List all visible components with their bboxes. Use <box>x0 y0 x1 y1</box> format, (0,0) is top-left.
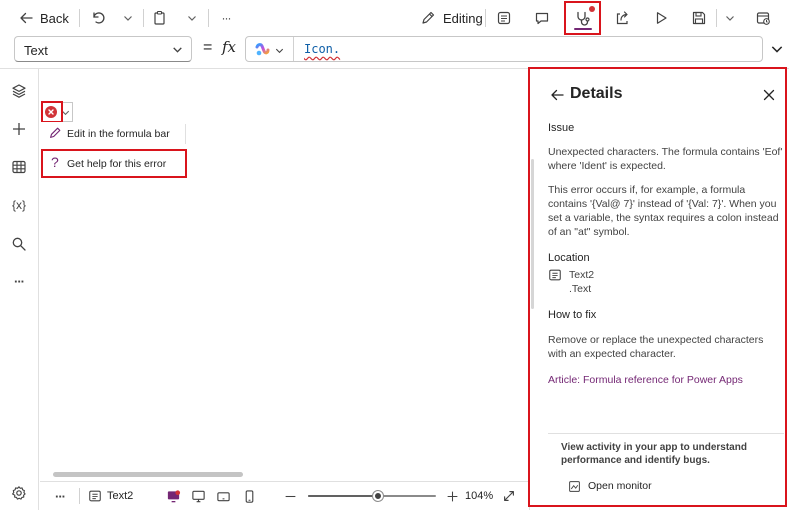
chevron-down-icon <box>724 12 736 24</box>
phone-view-button[interactable] <box>240 487 258 505</box>
search-icon <box>11 236 27 252</box>
paste-button[interactable] <box>150 8 170 28</box>
comment-icon <box>534 10 550 26</box>
more-commands-button[interactable]: ··· <box>215 8 237 28</box>
tablet-view-button[interactable] <box>214 487 232 505</box>
highlight-get-help <box>41 149 187 178</box>
divider <box>716 9 717 27</box>
fx-icon: fx <box>222 38 237 56</box>
editing-label: Editing <box>443 10 483 26</box>
zoom-in-button[interactable] <box>443 487 461 505</box>
minus-icon <box>284 490 297 503</box>
zoom-slider-thumb[interactable] <box>373 491 384 501</box>
chevron-down-icon <box>186 12 198 24</box>
plus-icon <box>11 121 27 137</box>
monitor-alert-icon <box>166 489 181 504</box>
left-rail: {x} ··· <box>0 69 39 510</box>
zoom-level: 104% <box>465 490 494 502</box>
table-icon <box>11 159 27 175</box>
tablet-icon <box>216 489 231 504</box>
divider <box>293 37 294 61</box>
plus-icon <box>446 490 459 503</box>
screen-selector[interactable]: Text2 <box>88 487 133 505</box>
command-bar: Back ··· Editing <box>0 0 789 36</box>
share-icon <box>614 10 630 26</box>
back-label: Back <box>40 10 69 26</box>
more-tools-button[interactable]: ··· <box>7 271 31 291</box>
text-control-icon <box>88 489 102 503</box>
divider <box>143 9 144 27</box>
save-options-button[interactable] <box>721 8 739 28</box>
formula-bar: Text = fx Icon. <box>0 36 789 66</box>
menu-item-edit-formula[interactable]: Edit in the formula bar <box>41 122 188 146</box>
notes-icon <box>496 10 512 26</box>
fit-to-window-button[interactable] <box>500 487 518 505</box>
play-icon <box>653 10 669 26</box>
menu-divider <box>185 124 186 144</box>
desktop-view-button[interactable] <box>189 487 207 505</box>
status-more-button[interactable]: ··· <box>50 487 70 505</box>
gear-icon <box>11 485 27 501</box>
highlight-error-indicator <box>41 101 63 123</box>
insert-button[interactable] <box>9 119 29 139</box>
share-button[interactable] <box>612 8 632 28</box>
chevron-down-icon <box>274 45 285 56</box>
zoom-out-button[interactable] <box>281 487 299 505</box>
divider <box>485 9 486 27</box>
settings-button[interactable] <box>9 483 29 503</box>
divider <box>79 9 80 27</box>
expand-diagonal-icon <box>502 489 516 503</box>
arrow-left-icon <box>18 10 34 26</box>
save-button[interactable] <box>689 8 709 28</box>
undo-options-button[interactable] <box>119 8 137 28</box>
clipboard-icon <box>152 10 168 26</box>
property-dropdown[interactable]: Text <box>14 36 192 62</box>
chevron-down-icon <box>171 43 184 56</box>
formula-text: Icon. <box>304 42 341 56</box>
save-icon <box>691 10 707 26</box>
highlight-app-checker <box>564 1 601 35</box>
formula-input[interactable]: Icon. <box>245 36 763 62</box>
back-button[interactable]: Back <box>18 8 69 28</box>
layers-icon <box>11 83 27 99</box>
paste-options-button[interactable] <box>183 8 201 28</box>
tree-view-button[interactable] <box>9 81 29 101</box>
equals-sign: = <box>203 39 213 56</box>
variables-button[interactable]: {x} <box>6 195 32 215</box>
expand-formula-button[interactable] <box>768 40 786 58</box>
preview-button[interactable] <box>651 8 671 28</box>
menu-item-label: Edit in the formula bar <box>67 128 170 140</box>
screen-name: Text2 <box>107 490 134 502</box>
canvas-area: Edit in the formula bar ? Get help for t… <box>40 69 528 481</box>
divider <box>208 9 209 27</box>
pencil-icon <box>420 10 436 26</box>
property-value: Text <box>24 43 48 58</box>
copilot-button[interactable] <box>254 42 285 58</box>
chevron-down-icon <box>122 12 134 24</box>
desktop-icon <box>191 489 206 504</box>
phone-icon <box>242 489 257 504</box>
app-checker-status-button[interactable] <box>164 487 182 505</box>
data-button[interactable] <box>9 157 29 177</box>
zoom-slider-fill <box>308 495 379 497</box>
search-button[interactable] <box>9 234 29 254</box>
horizontal-scrollbar[interactable] <box>53 472 243 477</box>
notes-button[interactable] <box>494 8 514 28</box>
status-bar: ··· Text2 104% <box>40 481 528 510</box>
divider <box>79 488 80 504</box>
copilot-icon <box>254 42 270 58</box>
pencil-icon <box>48 126 62 140</box>
undo-button[interactable] <box>88 8 108 28</box>
chevron-down-icon <box>770 42 784 56</box>
comments-button[interactable] <box>532 8 552 28</box>
zoom-slider[interactable] <box>308 491 436 501</box>
publish-icon <box>755 10 771 26</box>
editing-button[interactable]: Editing <box>420 8 483 28</box>
undo-icon <box>90 10 106 26</box>
highlight-details-pane <box>528 67 787 507</box>
publish-button[interactable] <box>753 8 773 28</box>
